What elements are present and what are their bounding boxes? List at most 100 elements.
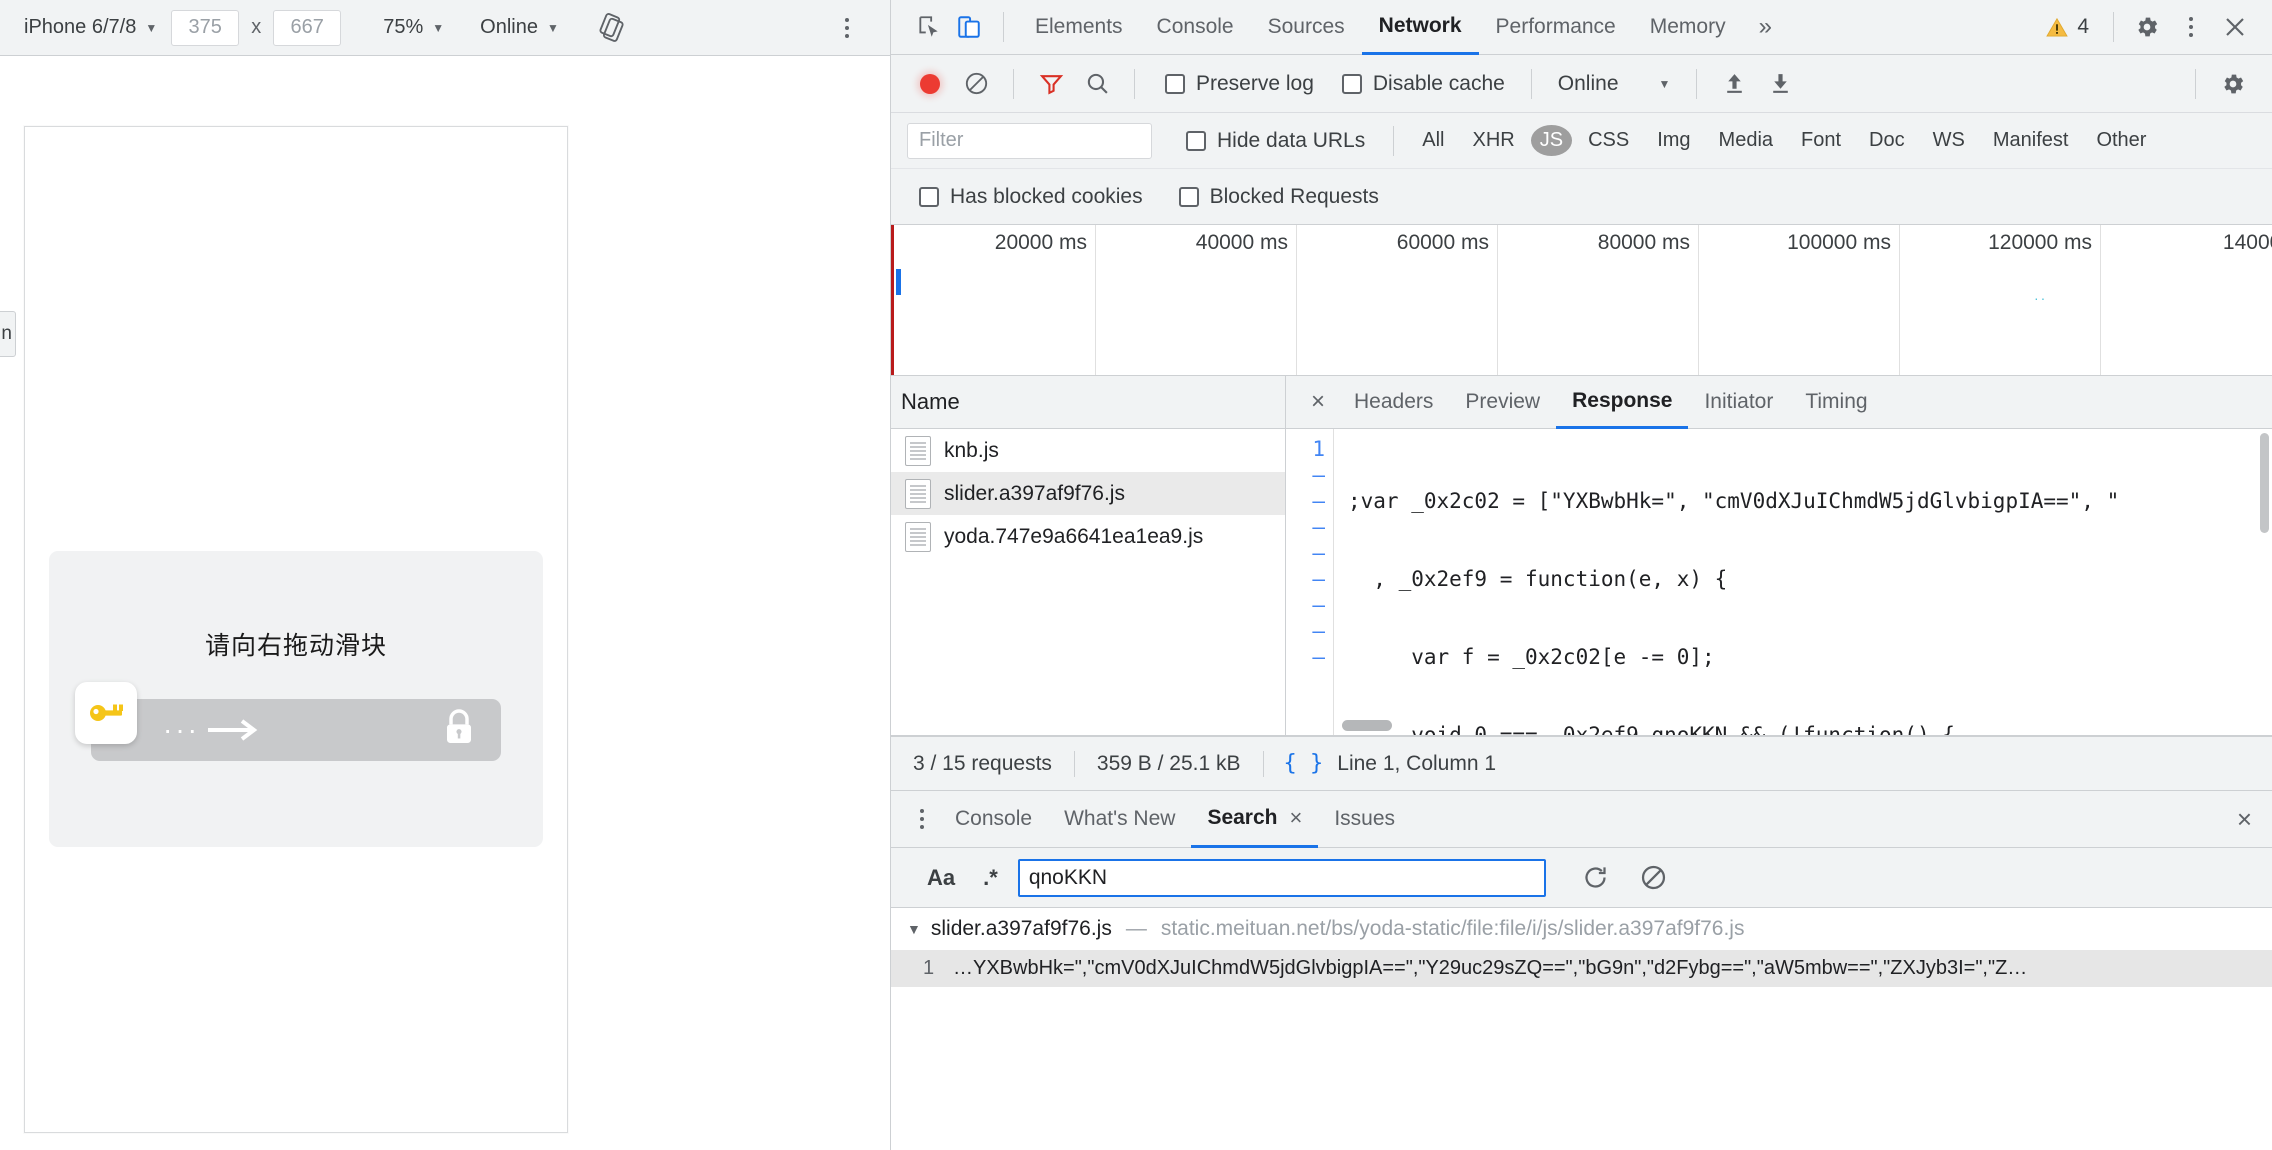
device-emulation-pane: iPhone 6/7/8 ▼ 375 x 667 75% ▼ Online ▼ — [0, 0, 890, 1150]
tab-performance[interactable]: Performance — [1479, 0, 1633, 55]
edge-side-tab[interactable]: n — [0, 311, 16, 357]
type-filter-font[interactable]: Font — [1789, 125, 1853, 156]
record-stop-icon[interactable] — [907, 63, 953, 105]
has-blocked-cookies-checkbox[interactable]: Has blocked cookies — [919, 185, 1143, 209]
search-input[interactable]: qnoKKN — [1017, 858, 1546, 897]
network-overview-timeline[interactable]: 20000 ms 40000 ms 60000 ms 80000 ms 1000… — [891, 225, 2272, 376]
close-detail-icon[interactable]: × — [1298, 382, 1338, 422]
search-result-line-number: 1 — [923, 957, 935, 979]
timeline-tick: 80000 ms — [1597, 231, 1690, 254]
table-row[interactable]: yoda.747e9a6641ea1ea9.js — [891, 515, 1285, 558]
gutter-line: – — [1312, 593, 1325, 617]
close-icon[interactable] — [2214, 6, 2256, 48]
rotate-icon[interactable] — [595, 11, 629, 45]
filter-input[interactable]: Filter — [907, 122, 1152, 159]
tab-console[interactable]: Console — [1140, 0, 1251, 55]
more-tabs-button[interactable]: » — [1743, 13, 1788, 41]
search-result-match[interactable]: 1 …YXBwbHk=","cmV0dXJuIChmdW5jdGlvbigpIA… — [891, 950, 2272, 987]
type-filter-manifest[interactable]: Manifest — [1981, 125, 2081, 156]
type-filter-all[interactable]: All — [1410, 125, 1456, 156]
tab-elements[interactable]: Elements — [1018, 0, 1140, 55]
type-filter-xhr[interactable]: XHR — [1460, 125, 1526, 156]
gutter-line: – — [1312, 645, 1325, 669]
device-toolbar-icon[interactable] — [949, 8, 989, 46]
device-width-input[interactable]: 375 — [171, 9, 240, 46]
match-case-toggle[interactable]: Aa — [913, 865, 969, 891]
close-drawer-icon[interactable]: × — [2237, 804, 2272, 835]
slider-hint: ··· — [163, 716, 264, 744]
warning-count-badge[interactable]: 4 — [2034, 15, 2101, 39]
clear-requests-icon[interactable] — [953, 63, 999, 105]
request-name: knb.js — [944, 438, 999, 462]
devtools-menu-button[interactable] — [2170, 6, 2212, 48]
type-filter-css[interactable]: CSS — [1576, 125, 1641, 156]
search-result-file[interactable]: ▼ slider.a397af9f76.js — static.meituan.… — [891, 908, 2272, 950]
code-gutter: 1 – – – – – – – – — [1286, 429, 1334, 735]
tab-response[interactable]: Response — [1556, 376, 1689, 429]
request-rows: knb.js slider.a397af9f76.js yoda.747e9a6… — [891, 429, 1285, 735]
type-filter-js[interactable]: JS — [1530, 125, 1573, 156]
device-viewport-stage: n 请向右拖动滑块 ··· — [0, 56, 890, 1150]
preserve-log-checkbox[interactable]: Preserve log — [1153, 72, 1326, 96]
disable-cache-checkbox[interactable]: Disable cache — [1330, 72, 1517, 96]
code-horizontal-scrollbar[interactable] — [1342, 720, 1392, 731]
tab-headers[interactable]: Headers — [1338, 376, 1449, 429]
tab-initiator[interactable]: Initiator — [1688, 376, 1789, 429]
clear-icon[interactable] — [1630, 857, 1678, 899]
table-row[interactable]: knb.js — [891, 429, 1285, 472]
tab-memory[interactable]: Memory — [1633, 0, 1743, 55]
code-vertical-scrollbar[interactable] — [2260, 433, 2269, 533]
close-icon[interactable]: × — [1289, 805, 1302, 831]
device-throttle-select[interactable]: Online ▼ — [470, 14, 569, 41]
type-filter-img[interactable]: Img — [1645, 125, 1702, 156]
emulated-page: 请向右拖动滑块 ··· — [24, 126, 568, 1133]
blocked-requests-checkbox[interactable]: Blocked Requests — [1178, 185, 1379, 209]
checkbox-box — [919, 186, 939, 207]
inspect-element-icon[interactable] — [909, 8, 949, 46]
response-code-viewer[interactable]: 1 – – – – – – – – ;var _0x2c02 = ["YXBwb… — [1286, 429, 2272, 735]
filter-funnel-icon[interactable] — [1028, 63, 1074, 105]
gutter-line: – — [1312, 515, 1325, 539]
device-toolbar-menu-button[interactable] — [832, 11, 862, 45]
drawer-tab-issues[interactable]: Issues — [1318, 791, 1411, 848]
captcha-slider-track[interactable]: ··· — [91, 699, 501, 761]
tab-network[interactable]: Network — [1361, 0, 1479, 55]
drawer-tab-whats-new[interactable]: What's New — [1048, 791, 1191, 848]
drawer-tab-search[interactable]: Search × — [1191, 791, 1319, 848]
network-settings-gear-icon[interactable] — [2210, 63, 2256, 105]
captcha-slider-knob[interactable] — [75, 682, 137, 744]
tab-sources[interactable]: Sources — [1251, 0, 1362, 55]
drawer-menu-button[interactable] — [905, 800, 939, 838]
export-har-icon[interactable] — [1757, 63, 1803, 105]
zoom-select-label: 75% — [383, 16, 424, 38]
device-select[interactable]: iPhone 6/7/8 ▼ — [14, 14, 167, 41]
type-filter-doc[interactable]: Doc — [1857, 125, 1917, 156]
table-row[interactable]: slider.a397af9f76.js — [891, 472, 1285, 515]
chevron-down-icon[interactable]: ▼ — [907, 921, 921, 937]
type-filter-ws[interactable]: WS — [1921, 125, 1977, 156]
overview-body: 20000 ms 40000 ms 60000 ms 80000 ms 1000… — [894, 225, 2272, 375]
pretty-print-icon[interactable]: { } — [1264, 751, 1332, 776]
network-throttle-label: Online — [1557, 71, 1619, 95]
regex-toggle[interactable]: .* — [969, 865, 1012, 891]
captcha-widget: 请向右拖动滑块 ··· — [49, 551, 543, 847]
toolbar-divider — [1530, 68, 1532, 99]
drawer-tab-console[interactable]: Console — [939, 791, 1048, 848]
devtools-toolbar-right: 4 — [2034, 6, 2272, 48]
network-throttle-select[interactable]: Online ▼ — [1546, 72, 1683, 96]
tab-timing[interactable]: Timing — [1789, 376, 1883, 429]
zoom-select[interactable]: 75% ▼ — [373, 14, 454, 41]
timeline-tick: 40000 ms — [1195, 231, 1288, 254]
import-har-icon[interactable] — [1711, 63, 1757, 105]
device-height-input[interactable]: 667 — [273, 9, 342, 46]
column-header-name[interactable]: Name — [891, 376, 1285, 429]
type-filter-media[interactable]: Media — [1707, 125, 1785, 156]
drawer-tab-search-label: Search — [1207, 805, 1278, 829]
toolbar-divider — [1393, 125, 1395, 156]
tab-preview[interactable]: Preview — [1449, 376, 1556, 429]
search-icon[interactable] — [1074, 63, 1120, 105]
type-filter-other[interactable]: Other — [2084, 125, 2158, 156]
refresh-icon[interactable] — [1572, 857, 1620, 899]
hide-data-urls-checkbox[interactable]: Hide data URLs — [1174, 129, 1377, 153]
gear-icon[interactable] — [2126, 6, 2168, 48]
